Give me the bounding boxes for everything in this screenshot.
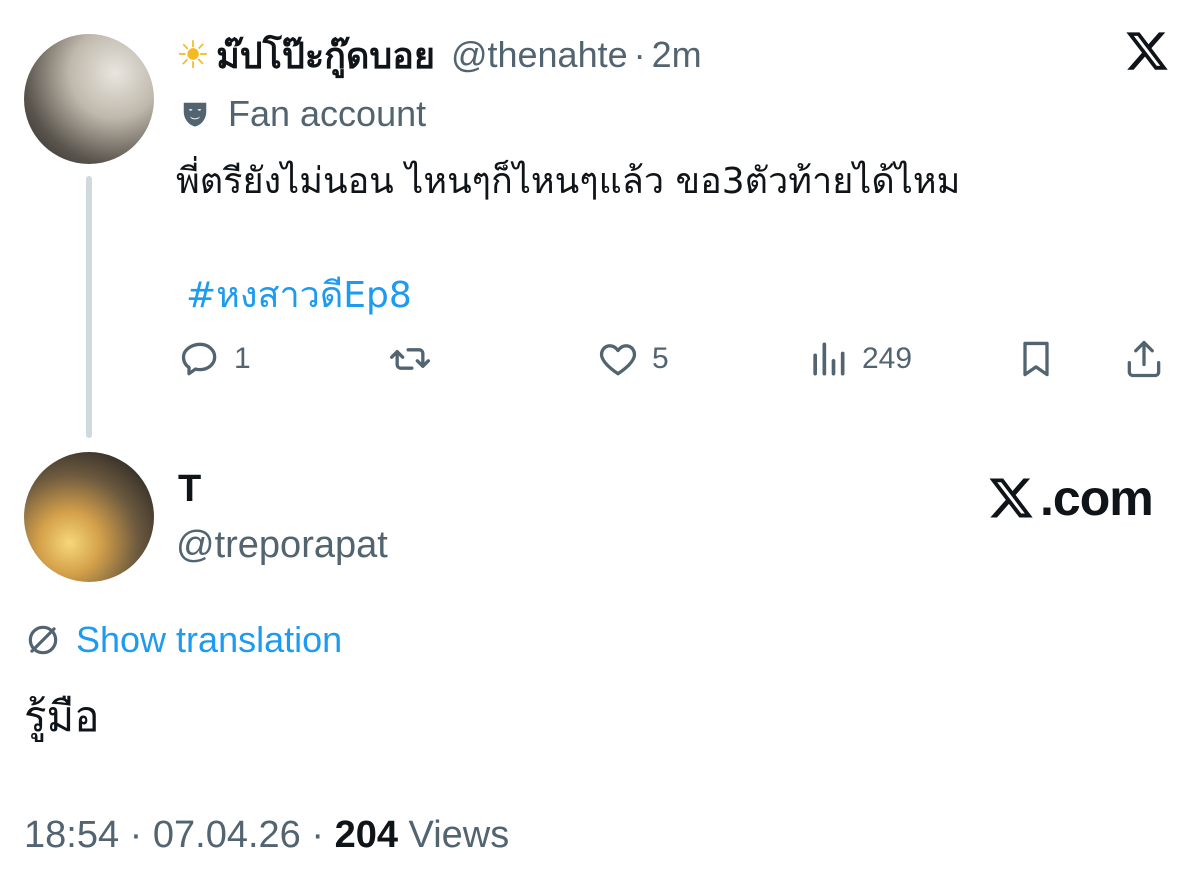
like-button[interactable]: 5 [596, 334, 669, 384]
thread-line [86, 176, 92, 438]
sun-emoji-icon: ☀ [176, 33, 211, 77]
x-logo-icon [989, 478, 1033, 518]
views-count: 249 [862, 342, 913, 375]
show-translation-text[interactable]: Show translation [76, 619, 342, 661]
views-label: Views [408, 814, 510, 856]
separator: · [129, 814, 143, 856]
user-handle[interactable]: @treporapat [176, 524, 388, 567]
reply-count: 1 [234, 342, 251, 375]
reply-button[interactable]: 1 [178, 334, 251, 384]
x-logo-icon[interactable] [1124, 28, 1170, 74]
globe-icon [28, 625, 58, 655]
avatar[interactable] [24, 34, 154, 164]
separator: · [633, 34, 646, 75]
hashtag-link[interactable]: #หงสาวดีEp8 [186, 266, 412, 323]
bookmark-icon [1023, 341, 1049, 377]
views-icon [813, 342, 845, 376]
views-button[interactable]: 249 [806, 334, 912, 384]
reply-icon [181, 342, 217, 376]
retweet-icon [390, 348, 430, 370]
display-name[interactable]: ม๊ปโป๊ะกู๊ดบอย [216, 27, 435, 84]
reply-text: รู้มือ [24, 692, 100, 741]
avatar[interactable] [24, 452, 154, 582]
user-handle[interactable]: @thenahte [451, 34, 628, 76]
show-translation-link[interactable]: Show translation [24, 618, 342, 662]
x-com-watermark: .com [984, 470, 1154, 526]
tweet-header: ☀ ม๊ปโป๊ะกู๊ดบอย @thenahte · 2m [176, 30, 702, 80]
display-name[interactable]: T [178, 468, 201, 511]
like-count: 5 [652, 342, 669, 375]
watermark-text: .com [1040, 470, 1154, 526]
separator: · [311, 814, 325, 856]
views-number: 204 [334, 814, 398, 856]
share-button[interactable] [1122, 334, 1166, 384]
tweet-time[interactable]: 18:54 [24, 814, 119, 856]
tweet-meta: 18:54 · 07.04.26 · 204 Views [24, 814, 509, 857]
timestamp[interactable]: 2m [652, 34, 702, 76]
account-label: Fan account [180, 92, 426, 136]
heart-icon [599, 344, 637, 376]
share-icon [1127, 340, 1161, 378]
account-label-text: Fan account [228, 93, 427, 134]
tweet-date[interactable]: 07.04.26 [153, 814, 301, 856]
tweet-text: พี่ตรียังไม่นอน ไหนๆก็ไหนๆแล้ว ขอ3ตัวท้า… [176, 161, 961, 202]
retweet-button[interactable] [388, 334, 444, 384]
mask-icon [183, 102, 207, 127]
bookmark-button[interactable] [1014, 334, 1058, 384]
